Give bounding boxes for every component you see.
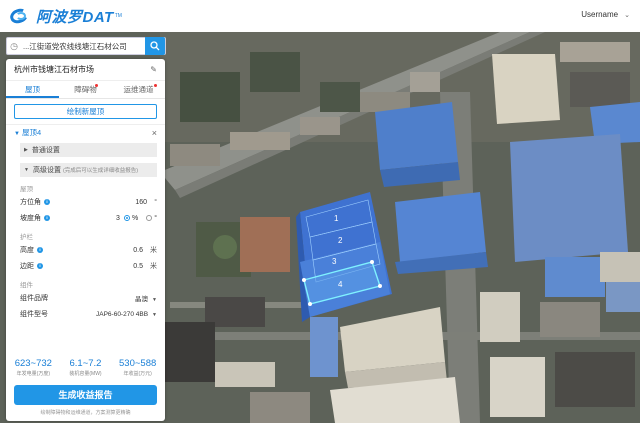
top-bar: 阿波罗DAT TM Username ⌄ bbox=[0, 0, 640, 32]
group-guard: 护栏 bbox=[20, 234, 33, 241]
draw-new-roof-button[interactable]: 绘制新屋顶 bbox=[14, 104, 157, 119]
slope-field: 坡度角 i 3 % ° bbox=[20, 214, 157, 223]
radio-percent[interactable] bbox=[123, 215, 130, 221]
history-icon[interactable]: ◷ bbox=[7, 41, 21, 52]
margin-field: 边距 i 0.5 米 bbox=[20, 262, 157, 271]
group-roof: 屋顶 bbox=[20, 186, 33, 193]
radio-degree[interactable] bbox=[146, 215, 153, 221]
search-button[interactable] bbox=[145, 37, 165, 55]
caret-down-icon: ▼ bbox=[152, 297, 157, 303]
roof-label-4: 4 bbox=[338, 280, 343, 289]
generate-report-button[interactable]: 生成收益报告 bbox=[14, 385, 157, 405]
brand-name: 阿波罗DAT bbox=[36, 8, 114, 26]
roof-item[interactable]: ▼ 屋顶4 × bbox=[6, 124, 165, 140]
user-menu[interactable]: Username ⌄ bbox=[581, 10, 630, 19]
advanced-settings-toggle[interactable]: ▼ 高级设置 (完成后可以生成详细收益报告) bbox=[20, 163, 157, 177]
logo[interactable]: 阿波罗DAT TM bbox=[8, 6, 122, 27]
roof-label-2: 2 bbox=[338, 236, 343, 245]
stat-revenue: 530~588 年收益(万元) bbox=[119, 358, 157, 377]
azimuth-field: 方位角 i 160 ° bbox=[20, 198, 157, 207]
info-icon[interactable]: i bbox=[37, 247, 43, 253]
brand-select[interactable]: 晶澳 ▼ bbox=[66, 293, 157, 303]
normal-settings-toggle[interactable]: ▶ 普通设置 bbox=[20, 143, 157, 157]
slope-input[interactable]: 3 bbox=[66, 215, 120, 222]
badge-dot bbox=[95, 84, 98, 87]
brand-field: 组件品牌 晶澳 ▼ bbox=[20, 293, 157, 303]
height-field: 高度 i 0.6 米 bbox=[20, 246, 157, 255]
model-field: 组件型号 JAP6-60-270 4BB ▼ bbox=[20, 310, 157, 319]
brand-tm: TM bbox=[114, 13, 122, 19]
logo-icon bbox=[8, 6, 32, 26]
caret-right-icon: ▶ bbox=[24, 147, 28, 153]
roof-label-1: 1 bbox=[334, 214, 339, 223]
search-icon bbox=[150, 41, 160, 51]
tab-obstacle[interactable]: 障碍物 bbox=[59, 81, 112, 98]
azimuth-input[interactable]: 160 bbox=[66, 199, 147, 206]
panel-header: 杭州市钱塘江石材市场 ✎ bbox=[6, 59, 165, 81]
project-title: 杭州市钱塘江石材市场 bbox=[14, 65, 94, 74]
height-input[interactable]: 0.6 bbox=[66, 247, 143, 254]
badge-dot bbox=[154, 84, 157, 87]
username: Username bbox=[581, 10, 619, 19]
stat-generation: 623~732 年发电量(万度) bbox=[14, 358, 52, 377]
advanced-hint: (完成后可以生成详细收益报告) bbox=[62, 168, 139, 174]
group-module: 组件 bbox=[20, 282, 33, 289]
margin-input[interactable]: 0.5 bbox=[66, 263, 143, 270]
caret-down-icon: ▼ bbox=[152, 311, 157, 318]
edit-icon[interactable]: ✎ bbox=[150, 65, 157, 74]
roof-item-label: 屋顶4 bbox=[22, 128, 42, 137]
caret-down-icon: ▼ bbox=[14, 131, 20, 137]
caret-down-icon: ▼ bbox=[24, 167, 29, 173]
stats-row: 623~732 年发电量(万度) 6.1~7.2 装机容量(MW) 530~58… bbox=[6, 358, 165, 377]
close-icon[interactable]: × bbox=[152, 128, 157, 138]
info-icon[interactable]: i bbox=[44, 215, 50, 221]
search-input[interactable] bbox=[21, 41, 147, 51]
panel-tabs: 屋顶 障碍物 运维通道 bbox=[6, 81, 165, 99]
stat-capacity: 6.1~7.2 装机容量(MW) bbox=[69, 358, 102, 377]
info-icon[interactable]: i bbox=[44, 199, 50, 205]
chevron-down-icon: ⌄ bbox=[624, 11, 630, 19]
footer-note: 绘制障碍物和运维通道，方案测算更精确 bbox=[40, 410, 131, 416]
roof-label-3: 3 bbox=[332, 257, 337, 266]
tab-roof[interactable]: 屋顶 bbox=[6, 81, 59, 98]
info-icon[interactable]: i bbox=[37, 263, 43, 269]
search-bar: ◷ bbox=[6, 37, 166, 55]
model-select[interactable]: JAP6-60-270 4BB ▼ bbox=[66, 311, 157, 318]
tab-maintenance[interactable]: 运维通道 bbox=[112, 81, 165, 98]
roof-panel: 杭州市钱塘江石材市场 ✎ 屋顶 障碍物 运维通道 绘制新屋顶 ▼ 屋顶4 × ▶… bbox=[6, 59, 165, 421]
